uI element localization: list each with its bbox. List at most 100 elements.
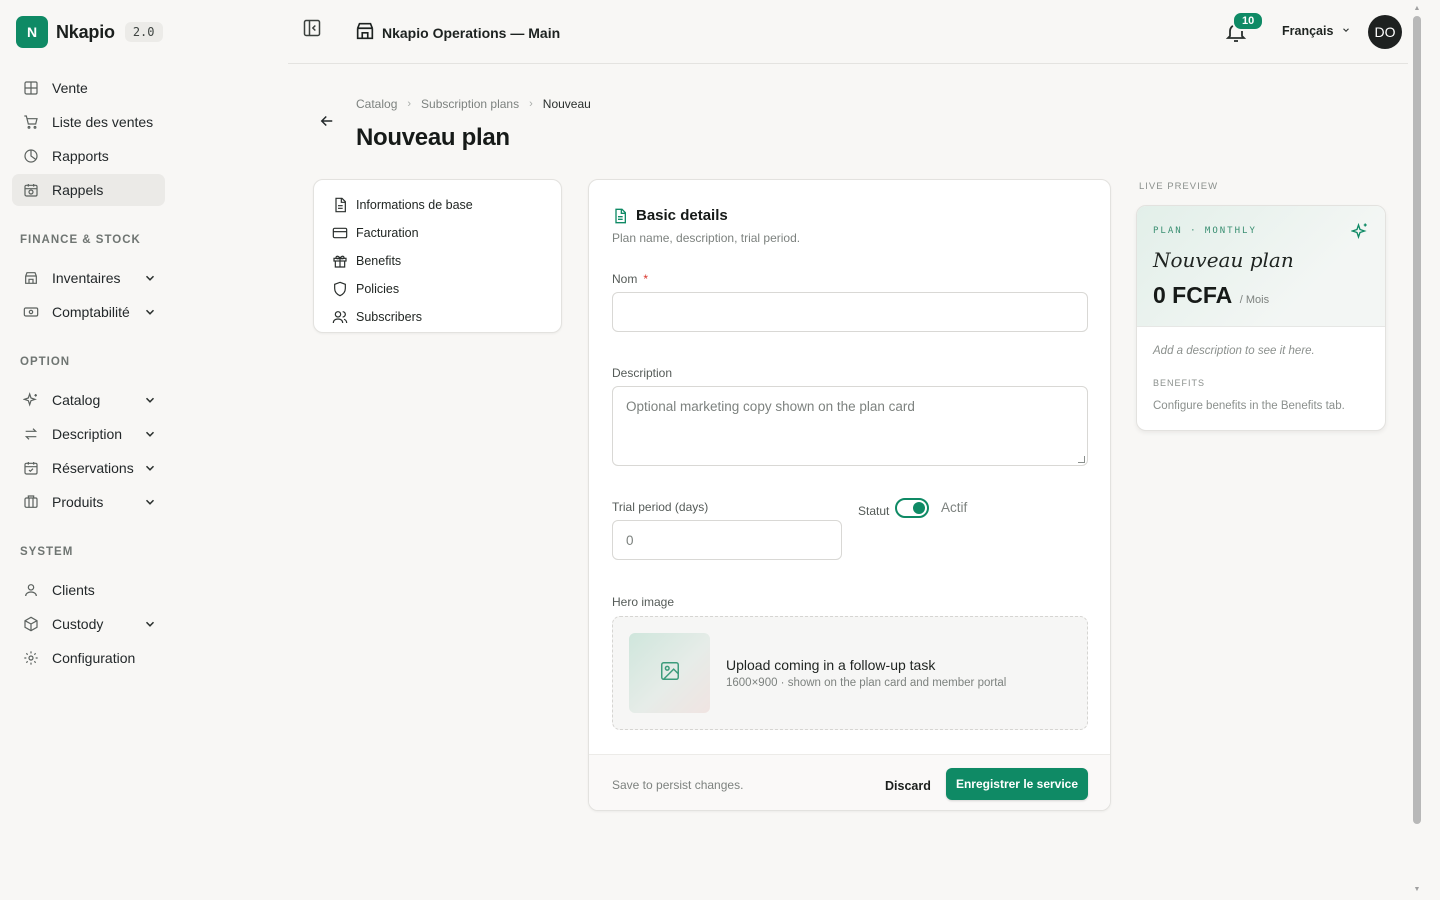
section-menu: Informations de base Facturation Benefit… xyxy=(313,179,562,333)
preview-header: PLAN · MONTHLY Nouveau plan 0 FCFA / Moi… xyxy=(1137,206,1385,327)
sidebar-item-label: Catalog xyxy=(52,392,101,408)
chevron-down-icon[interactable] xyxy=(143,271,157,285)
card-heading: Basic details xyxy=(612,207,728,224)
sidebar-item-clients[interactable]: Clients xyxy=(12,574,165,606)
sidebar-item-label: Rappels xyxy=(52,182,104,198)
sidebar-item-description[interactable]: Description xyxy=(12,418,165,450)
sidebar-nav-option: Catalog Description Réservations Produit… xyxy=(12,384,165,520)
sidebar-item-produits[interactable]: Produits xyxy=(12,486,165,518)
chevron-down-icon[interactable] xyxy=(143,427,157,441)
name-label: Nom * xyxy=(612,272,648,286)
sidebar-toggle-icon[interactable] xyxy=(302,18,322,38)
sparkles-icon xyxy=(22,391,40,409)
store-icon xyxy=(354,20,376,45)
toggle-knob xyxy=(913,502,925,514)
cart-icon xyxy=(22,113,40,131)
version-badge: 2.0 xyxy=(124,22,163,42)
sidebar-nav-finance: Inventaires Comptabilité xyxy=(12,262,165,330)
scroll-down-arrow-icon[interactable]: ▼ xyxy=(1413,886,1421,894)
topbar: Nkapio Operations — Main 10 Français DO xyxy=(288,0,1408,64)
status-label: Statut xyxy=(858,504,890,518)
sidebar-item-label: Liste des ventes xyxy=(52,114,154,130)
page-title: Nouveau plan xyxy=(356,124,510,151)
brand[interactable]: N Nkapio 2.0 xyxy=(16,16,163,48)
resize-handle-icon[interactable] xyxy=(1078,456,1085,463)
form-footer: Save to persist changes. Discard Enregis… xyxy=(589,754,1110,810)
chevron-down-icon[interactable] xyxy=(143,617,157,631)
sidebar-item-configuration[interactable]: Configuration xyxy=(12,642,165,674)
sidebar-item-label: Comptabilité xyxy=(52,304,130,320)
menu-item-facturation[interactable]: Facturation xyxy=(332,219,543,247)
sidebar-item-rapports[interactable]: Rapports xyxy=(12,140,165,172)
preview-description: Add a description to see it here. xyxy=(1153,345,1315,357)
breadcrumb-current: Nouveau xyxy=(542,97,591,111)
save-button[interactable]: Enregistrer le service xyxy=(946,768,1088,800)
status-toggle[interactable] xyxy=(895,498,929,518)
sidebar-item-vente[interactable]: Vente xyxy=(12,72,165,104)
store-name: Nkapio Operations — Main xyxy=(382,24,561,41)
scroll-up-arrow-icon[interactable]: ▲ xyxy=(1413,5,1421,13)
preview-benefits-heading: BENEFITS xyxy=(1153,378,1206,388)
sidebar-item-label: Clients xyxy=(52,582,95,598)
discard-button[interactable]: Discard xyxy=(877,771,939,801)
menu-item-label: Benefits xyxy=(356,254,402,268)
store-icon xyxy=(22,269,40,287)
sidebar-item-inventaires[interactable]: Inventaires xyxy=(12,262,165,294)
calendar-check-icon xyxy=(22,459,40,477)
grid-icon xyxy=(22,79,40,97)
chevron-right-icon: › xyxy=(407,98,412,110)
chevron-down-icon[interactable] xyxy=(143,305,157,319)
arrows-swap-icon xyxy=(22,425,40,443)
trial-period-label: Trial period (days) xyxy=(612,500,709,514)
image-icon xyxy=(659,660,681,687)
preview-price-row: 0 FCFA / Mois xyxy=(1153,282,1269,309)
file-text-icon xyxy=(612,208,628,224)
menu-item-subscribers[interactable]: Subscribers xyxy=(332,303,543,331)
breadcrumb-catalog[interactable]: Catalog xyxy=(356,97,397,111)
avatar[interactable]: DO xyxy=(1368,15,1402,49)
chevron-down-icon[interactable] xyxy=(143,461,157,475)
description-textarea[interactable]: Optional marketing copy shown on the pla… xyxy=(612,386,1088,466)
menu-item-label: Subscribers xyxy=(356,310,422,324)
scrollbar-thumb[interactable] xyxy=(1413,16,1421,824)
name-input[interactable] xyxy=(612,292,1088,332)
breadcrumb-subscription-plans[interactable]: Subscription plans xyxy=(421,97,519,111)
sidebar-item-custody[interactable]: Custody xyxy=(12,608,165,640)
menu-item-policies[interactable]: Policies xyxy=(332,275,543,303)
breadcrumb: Catalog › Subscription plans › Nouveau xyxy=(356,97,591,111)
sidebar-item-label: Réservations xyxy=(52,460,134,476)
chevron-down-icon[interactable] xyxy=(143,393,157,407)
section-title: FINANCE & STOCK xyxy=(20,234,141,246)
language-selector[interactable]: Français xyxy=(1282,24,1351,38)
sidebar-item-comptabilite[interactable]: Comptabilité xyxy=(12,296,165,328)
name-label-text: Nom xyxy=(612,272,638,286)
hero-image-dropzone[interactable]: Upload coming in a follow-up task 1600×9… xyxy=(612,616,1088,730)
sidebar-item-label: Rapports xyxy=(52,148,109,164)
sidebar-item-label: Produits xyxy=(52,494,104,510)
sidebar-item-rappels[interactable]: Rappels xyxy=(12,174,165,206)
sidebar-item-reservations[interactable]: Réservations xyxy=(12,452,165,484)
chevron-down-icon[interactable] xyxy=(143,495,157,509)
save-hint: Save to persist changes. xyxy=(612,778,744,792)
back-arrow-icon[interactable] xyxy=(318,112,338,132)
menu-item-informations[interactable]: Informations de base xyxy=(332,191,543,219)
sidebar: N Nkapio 2.0 Vente Liste des ventes Rapp… xyxy=(0,0,178,900)
trial-period-input[interactable]: 0 xyxy=(612,520,842,560)
sidebar-nav-system: Clients Custody Configuration xyxy=(12,574,165,676)
preview-plan-name: Nouveau plan xyxy=(1153,248,1294,272)
sidebar-item-label: Configuration xyxy=(52,650,136,666)
pie-chart-icon xyxy=(22,147,40,165)
menu-item-benefits[interactable]: Benefits xyxy=(332,247,543,275)
package-icon xyxy=(22,615,40,633)
live-preview-label: LIVE PREVIEW xyxy=(1139,181,1219,192)
description-placeholder: Optional marketing copy shown on the pla… xyxy=(626,399,915,414)
user-icon xyxy=(22,581,40,599)
card-subtitle: Plan name, description, trial period. xyxy=(612,231,801,245)
sidebar-item-label: Custody xyxy=(52,616,104,632)
store-selector[interactable]: Nkapio Operations — Main xyxy=(354,20,560,45)
card-title: Basic details xyxy=(636,207,728,224)
columns-icon xyxy=(22,493,40,511)
sidebar-item-liste-des-ventes[interactable]: Liste des ventes xyxy=(12,106,165,138)
menu-item-label: Facturation xyxy=(356,226,419,240)
sidebar-item-catalog[interactable]: Catalog xyxy=(12,384,165,416)
